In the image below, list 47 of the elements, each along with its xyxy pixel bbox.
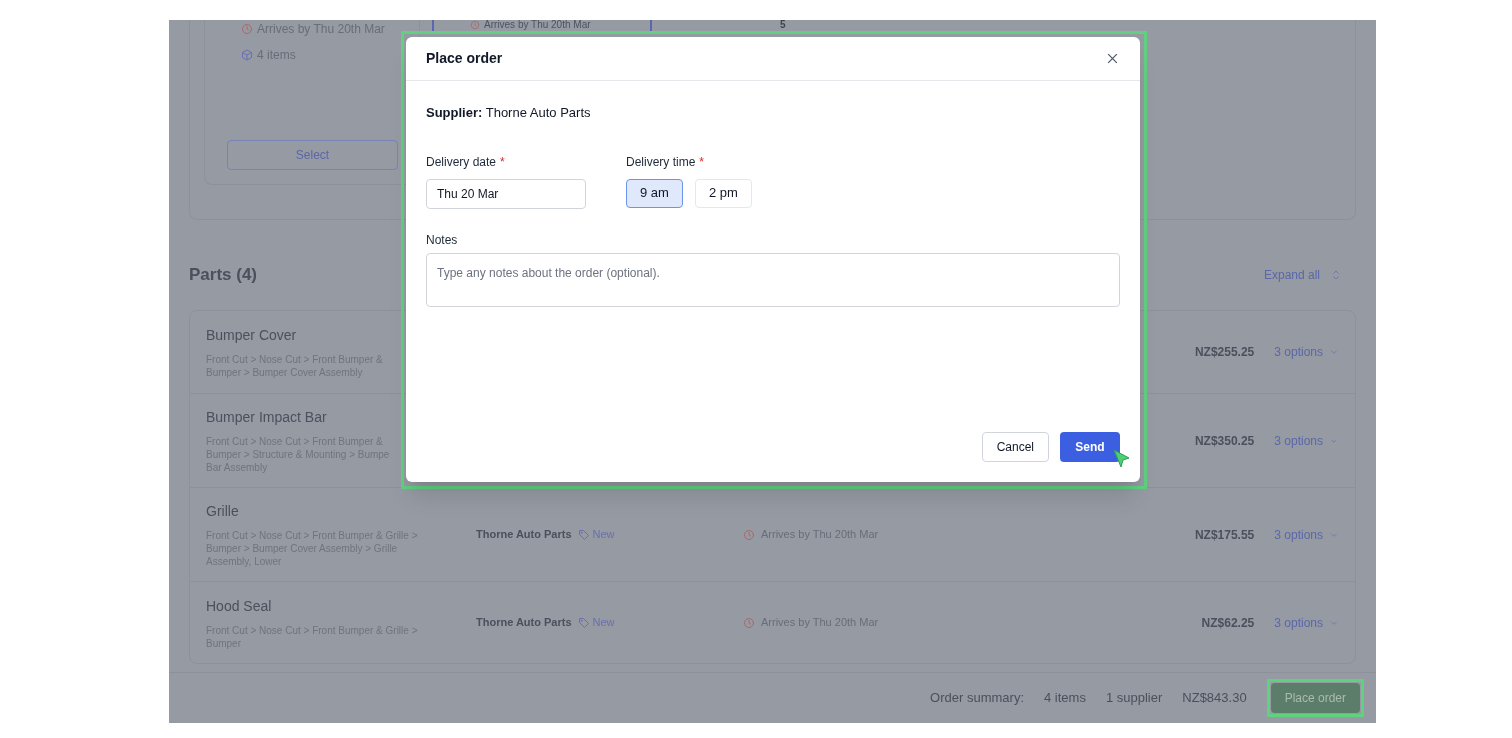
send-button[interactable]: Send (1060, 432, 1120, 462)
options-link[interactable]: 3 options (1274, 343, 1339, 361)
place-order-button[interactable]: Place order (1270, 683, 1360, 713)
supplier-text: Supplier: Thorne Auto Parts (426, 104, 592, 122)
supplier-count: 1 supplier (1105, 689, 1163, 708)
expand-all-link[interactable]: Expand all (1263, 266, 1356, 284)
required-marker: * (699, 153, 705, 171)
price-text: NZ$350.25 (1194, 432, 1255, 450)
quantity-text: 5 (780, 20, 786, 30)
options-link[interactable]: 3 options (1274, 431, 1339, 450)
time-option-button[interactable]: 9 am (626, 178, 683, 208)
required-marker: * (500, 153, 505, 171)
tag-icon (577, 528, 590, 541)
options-link[interactable]: 3 options (1274, 525, 1339, 544)
order-summary-label: Order summary: (930, 689, 1024, 708)
field-label: Notes (426, 231, 459, 249)
options-link[interactable]: 3 options (1274, 613, 1339, 632)
select-button[interactable]: Select (227, 140, 398, 170)
price-text: NZ$175.55 (1194, 526, 1255, 544)
date-field[interactable]: Thu 20 Mar (426, 178, 586, 209)
part-name: Hood Seal (206, 596, 273, 616)
price-text: NZ$255.25 (1194, 344, 1255, 361)
arrival-text: Arrives by Thu 20th Mar (484, 20, 591, 30)
supplier-name: Thorne Auto Parts (476, 527, 572, 543)
close-icon (1105, 52, 1119, 65)
clock-icon (241, 23, 253, 35)
parts-heading: Parts (4) (189, 264, 258, 287)
cursor-icon (1113, 449, 1131, 469)
part-name: Bumper Impact Bar (206, 408, 328, 427)
part-name: Bumper Cover (206, 326, 298, 345)
order-total: NZ$843.30 (1182, 689, 1247, 708)
field-label: Delivery time (626, 153, 696, 171)
part-name: Grille (206, 502, 240, 521)
box-icon (241, 49, 253, 61)
notes-field[interactable]: Type any notes about the order (optional). (426, 252, 1120, 307)
price-text: NZ$62.25 (1201, 614, 1255, 632)
chevrons-up-down-icon (1330, 268, 1342, 282)
tag-icon (577, 616, 590, 629)
clock-icon (743, 528, 755, 541)
cancel-button[interactable]: Cancel (981, 432, 1049, 462)
dialog-title: Place order (426, 49, 503, 68)
clock-icon (743, 616, 755, 629)
clock-icon (470, 20, 480, 30)
time-option-button[interactable]: 2 pm (694, 178, 752, 208)
field-label: Delivery date (426, 153, 497, 171)
supplier-name: Thorne Auto Parts (476, 615, 572, 631)
items-count: 4 items (1044, 689, 1086, 708)
